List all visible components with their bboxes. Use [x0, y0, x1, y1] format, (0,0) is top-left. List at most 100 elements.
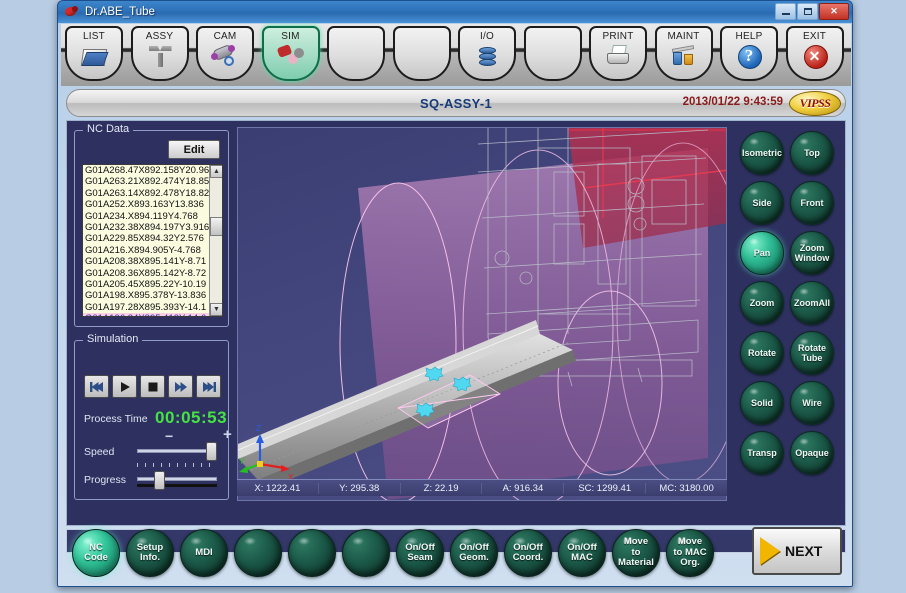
- maximize-button[interactable]: [797, 3, 818, 20]
- transport-controls: [84, 375, 221, 398]
- nc-data-line[interactable]: G01A268.47X892.158Y20.96: [83, 165, 209, 176]
- minimize-button[interactable]: [775, 3, 796, 20]
- view-button-label: Isometric: [742, 148, 782, 158]
- speed-label: Speed: [84, 446, 114, 458]
- maintenance-icon: [669, 43, 699, 69]
- window-controls: ✕: [775, 3, 849, 20]
- bottom-button-blank-4[interactable]: [288, 529, 336, 577]
- simulation-legend: Simulation: [83, 333, 142, 345]
- nc-data-line[interactable]: G01A196.34X895.413Y-14.6: [83, 313, 209, 317]
- toolbar-button-help[interactable]: HELP: [720, 26, 778, 81]
- fast-forward-button[interactable]: [168, 375, 193, 398]
- toolbar-button-assy[interactable]: ASSY: [131, 26, 189, 81]
- nc-data-rows: G01A268.47X892.158Y20.96G01A263.21X892.4…: [83, 165, 209, 317]
- view-button-side[interactable]: Side: [740, 181, 784, 225]
- toolbar-button-cam[interactable]: CAM: [196, 26, 254, 81]
- nc-data-line[interactable]: G01A197.28X895.393Y-14.1: [83, 302, 209, 313]
- bottom-button-blank-3[interactable]: [234, 529, 282, 577]
- bottom-button-nc-code[interactable]: NCCode: [72, 529, 120, 577]
- view-button-solid[interactable]: Solid: [740, 381, 784, 425]
- toolbar-button-maint[interactable]: MAINT: [655, 26, 713, 81]
- view-button-front[interactable]: Front: [790, 181, 834, 225]
- bottom-button-on-off-seam[interactable]: On/OffSeam: [396, 529, 444, 577]
- bottom-button-label: Moveto MAC Org.: [667, 537, 713, 569]
- scroll-up-icon[interactable]: ▲: [210, 165, 223, 178]
- nc-data-line[interactable]: G01A229.85X894.32Y2.576: [83, 233, 209, 244]
- toolbar-button-label: PRINT: [603, 31, 634, 42]
- view-button-pan[interactable]: Pan: [740, 231, 784, 275]
- toolbar-button-exit[interactable]: EXIT: [786, 26, 844, 81]
- progress-slider-track[interactable]: [137, 477, 217, 481]
- coord-sc: SC: 1299.41: [564, 483, 646, 494]
- skip-start-button[interactable]: [84, 375, 109, 398]
- folder-icon: [79, 43, 109, 69]
- bottom-button-mdi[interactable]: MDI: [180, 529, 228, 577]
- nc-data-line[interactable]: G01A234.X894.119Y4.768: [83, 211, 209, 222]
- next-button[interactable]: NEXT: [752, 527, 842, 575]
- nc-data-line[interactable]: G01A232.38X894.197Y3.916: [83, 222, 209, 233]
- bottom-button-on-off-coord[interactable]: On/OffCoord.: [504, 529, 552, 577]
- toolbar-button-sim[interactable]: SIM: [262, 26, 320, 81]
- bottom-button-on-off-geom[interactable]: On/OffGeom.: [450, 529, 498, 577]
- app-diamond-icon: [64, 5, 80, 19]
- view-button-label: Top: [804, 148, 820, 158]
- vipss-logo-text: VIPSS: [800, 96, 831, 111]
- speed-slider-thumb[interactable]: [206, 442, 217, 461]
- progress-label: Progress: [84, 474, 126, 486]
- close-button[interactable]: ✕: [819, 3, 849, 20]
- bottom-button-setup-info[interactable]: SetupInfo.: [126, 529, 174, 577]
- nc-data-line[interactable]: G01A208.38X895.141Y-8.71: [83, 256, 209, 267]
- skip-end-button[interactable]: [196, 375, 221, 398]
- application-window: Dr.ABE_Tube ✕ LISTASSYCAMSIM I/O PRINT MAIN…: [57, 0, 853, 587]
- timestamp: 2013/01/22 9:43:59: [683, 96, 783, 108]
- nc-data-line[interactable]: G01A198.X895.378Y-13.836: [83, 290, 209, 301]
- view-button-zoom-window[interactable]: ZoomWindow: [790, 231, 834, 275]
- toolbar-button-print[interactable]: PRINT: [589, 26, 647, 81]
- nc-data-line[interactable]: G01A263.21X892.474Y18.85: [83, 176, 209, 187]
- stop-button[interactable]: [140, 375, 165, 398]
- view-button-zoomall[interactable]: ZoomAll: [790, 281, 834, 325]
- bottom-button-move-to-mac-org[interactable]: Moveto MAC Org.: [666, 529, 714, 577]
- play-button[interactable]: [112, 375, 137, 398]
- view-button-isometric[interactable]: Isometric: [740, 131, 784, 175]
- view-button-rotate[interactable]: Rotate: [740, 331, 784, 375]
- 3d-viewport[interactable]: Z Y X: [237, 127, 727, 501]
- progress-slider-thumb[interactable]: [154, 471, 165, 490]
- nc-data-line[interactable]: G01A216.X894.905Y-4.768: [83, 245, 209, 256]
- toolbar-button-blank-4[interactable]: [327, 26, 385, 81]
- nc-data-line[interactable]: G01A263.14X892.478Y18.82: [83, 188, 209, 199]
- window-titlebar: Dr.ABE_Tube ✕: [58, 1, 852, 23]
- view-button-zoom[interactable]: Zoom: [740, 281, 784, 325]
- coord-mc: MC: 3180.00: [646, 483, 727, 494]
- view-button-label: ZoomWindow: [795, 243, 829, 263]
- speed-decrease-button[interactable]: −: [165, 429, 173, 443]
- scroll-down-icon[interactable]: ▼: [210, 303, 223, 316]
- bottom-button-blank-5[interactable]: [342, 529, 390, 577]
- view-button-label: Front: [801, 198, 824, 208]
- bottom-button-move-to-material[interactable]: Moveto Material: [612, 529, 660, 577]
- nc-list-scrollbar[interactable]: ▲ ▼: [209, 165, 222, 316]
- bottom-button-label: Moveto Material: [613, 537, 659, 569]
- toolbar-button-blank-7[interactable]: [524, 26, 582, 81]
- view-button-opaque[interactable]: Opaque: [790, 431, 834, 475]
- bottom-button-on-off-mac[interactable]: On/OffMAC: [558, 529, 606, 577]
- toolbar-button-blank-5[interactable]: [393, 26, 451, 81]
- nc-data-line[interactable]: G01A208.36X895.142Y-8.72: [83, 268, 209, 279]
- nc-data-line[interactable]: G01A252.X893.163Y13.836: [83, 199, 209, 210]
- view-button-wire[interactable]: Wire: [790, 381, 834, 425]
- speed-increase-button[interactable]: +: [223, 427, 232, 442]
- sim-icon: [276, 43, 306, 69]
- bottom-button-row: NEXT NCCodeSetupInfo.MDIOn/OffSeamOn/Off…: [66, 555, 846, 583]
- view-button-transp[interactable]: Transp: [740, 431, 784, 475]
- cam-icon: [210, 43, 240, 69]
- toolbar-button-list[interactable]: LIST: [65, 26, 123, 81]
- assembly-icon: [145, 43, 175, 69]
- toolbar-button-label: EXIT: [803, 31, 826, 42]
- nc-data-line[interactable]: G01A205.45X895.22Y-10.19: [83, 279, 209, 290]
- nc-data-list[interactable]: G01A268.47X892.158Y20.96G01A263.21X892.4…: [82, 164, 223, 317]
- scrollbar-thumb[interactable]: [210, 217, 223, 236]
- view-button-rotate-tube[interactable]: RotateTube: [790, 331, 834, 375]
- edit-button[interactable]: Edit: [168, 140, 220, 159]
- toolbar-button-i-o[interactable]: I/O: [458, 26, 516, 81]
- view-button-top[interactable]: Top: [790, 131, 834, 175]
